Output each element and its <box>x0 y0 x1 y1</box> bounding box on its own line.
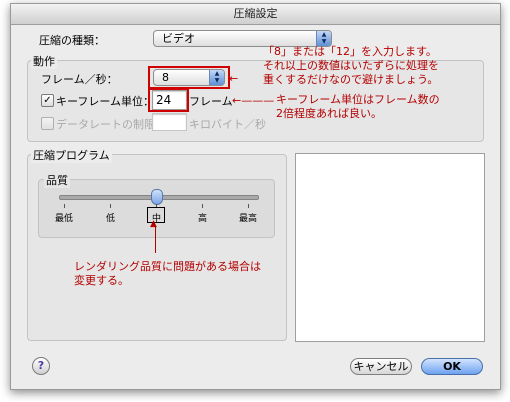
note-line: 「8」または「12」を入力します。 <box>263 45 437 58</box>
slider-tick <box>110 204 111 208</box>
note-line: レンダリング品質に問題がある場合は <box>74 260 261 273</box>
ok-button[interactable]: OK <box>421 358 483 375</box>
preview-panel <box>295 153 485 342</box>
arrow-left-icon: ← <box>229 72 239 85</box>
keyframe-label: キーフレーム単位： <box>56 95 155 108</box>
quality-tick-label: 低 <box>106 214 116 224</box>
quality-slider-thumb[interactable] <box>151 189 163 205</box>
data-rate-field[interactable] <box>152 113 187 131</box>
slider-tick <box>202 204 203 208</box>
data-rate-label: データレートの制限： <box>56 118 166 131</box>
slider-tick <box>64 204 65 208</box>
compression-settings-window: 圧縮設定 圧縮の種類： ビデオ ▲ ▼ 動作 フレーム／秒： 8 ▲ ▼ ✓ キーフ… <box>10 3 501 390</box>
frame-rate-highlight <box>148 66 230 89</box>
compression-type-label: 圧縮の種類： <box>39 34 105 47</box>
help-icon[interactable]: ? <box>32 357 50 375</box>
quality-tick-label: 高 <box>198 214 208 224</box>
arrow-left-icon: ←——— <box>232 94 275 107</box>
keyframe-note: キーフレーム単位はフレーム数の 2倍程度あれば良い。 <box>276 93 440 121</box>
note-line: それ以上の数値はいたずらに処理を <box>263 59 439 72</box>
arrow-head-icon: ▲ <box>150 219 157 229</box>
keyframe-checkbox[interactable]: ✓ <box>41 94 54 107</box>
slider-tick <box>248 204 249 208</box>
quality-tick-label: 最低 <box>55 214 74 224</box>
note-line: 変更する。 <box>74 274 129 287</box>
compressor-group-title: 圧縮プログラム <box>31 147 112 163</box>
keyframe-unit: フレーム <box>189 95 233 108</box>
keyframe-highlight <box>148 88 189 112</box>
note-line: 重くするだけなので避けましょう。 <box>263 73 439 86</box>
frame-rate-note: 「8」または「12」を入力します。 それ以上の数値はいたずらに処理を 重くするだ… <box>263 45 439 87</box>
data-rate-checkbox[interactable] <box>41 117 54 130</box>
window-title: 圧縮設定 <box>11 4 500 25</box>
quality-label: 品質 <box>44 172 70 188</box>
arrow-up-icon <box>155 225 156 253</box>
note-line: キーフレーム単位はフレーム数の <box>276 93 440 106</box>
frame-rate-label: フレーム／秒： <box>41 73 118 86</box>
note-line: 2倍程度あれば良い。 <box>276 107 382 120</box>
quality-tick-label: 最高 <box>239 214 258 224</box>
motion-group-title: 動作 <box>31 53 57 69</box>
cancel-button[interactable]: キャンセル <box>350 358 412 375</box>
quality-note: レンダリング品質に問題がある場合は 変更する。 <box>74 260 261 288</box>
data-rate-unit: キロバイト／秒 <box>189 118 266 131</box>
compression-type-value: ビデオ <box>162 32 195 45</box>
popup-arrows-icon: ▲ ▼ <box>316 31 331 46</box>
